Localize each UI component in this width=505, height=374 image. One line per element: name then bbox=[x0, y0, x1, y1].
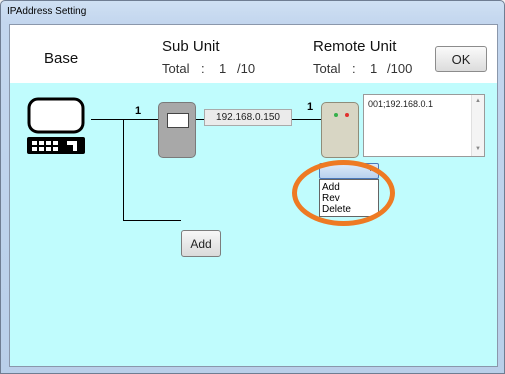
ok-button[interactable]: OK bbox=[435, 46, 487, 72]
scroll-down-icon[interactable]: ▼ bbox=[475, 146, 481, 152]
base-sub-line bbox=[91, 119, 158, 120]
red-led-icon bbox=[345, 113, 349, 117]
green-led-icon bbox=[334, 113, 338, 117]
remote-list-scrollbar[interactable]: ▲ ▼ bbox=[471, 95, 484, 156]
sub-unit-separator: : bbox=[201, 61, 205, 76]
remote-unit-separator: : bbox=[352, 61, 356, 76]
dialog-content: Base Sub Unit Total : 1 /10 Remote Unit … bbox=[9, 24, 498, 367]
base-label: Base bbox=[44, 50, 79, 67]
base-device-icon[interactable] bbox=[23, 97, 91, 157]
remote-unit-label: Remote Unit bbox=[313, 38, 397, 55]
highlight-circle bbox=[292, 160, 395, 226]
sub-unit-device-icon[interactable] bbox=[158, 102, 196, 158]
remote-unit-device-icon[interactable] bbox=[321, 102, 359, 158]
ipaddress-setting-window: IPAddress Setting Base Sub Unit Total : … bbox=[0, 0, 505, 374]
base-sub-number: 1 bbox=[135, 105, 142, 117]
sub-unit-label: Sub Unit bbox=[162, 38, 220, 55]
sub-remote-number: 1 bbox=[307, 101, 314, 113]
sub-unit-ip-label: 192.168.0.150 bbox=[204, 109, 292, 126]
sub-unit-count: 1 bbox=[219, 61, 227, 76]
remote-address-entry: 001;192.168.0.1 bbox=[368, 99, 434, 109]
remote-unit-count: 1 bbox=[370, 61, 378, 76]
remote-address-list[interactable]: 001;192.168.0.1 ▲ ▼ bbox=[363, 94, 485, 157]
base-branch-line bbox=[123, 119, 124, 220]
add-sub-unit-button[interactable]: Add bbox=[181, 230, 221, 257]
sub-unit-max: /10 bbox=[237, 61, 256, 76]
title-bar[interactable]: IPAddress Setting bbox=[1, 1, 504, 23]
remote-unit-max: /100 bbox=[387, 61, 413, 76]
remote-unit-total-text: Total bbox=[313, 61, 341, 76]
add-branch-line bbox=[123, 220, 181, 221]
scroll-up-icon[interactable]: ▲ bbox=[475, 98, 481, 104]
sub-unit-screen bbox=[167, 113, 189, 128]
network-canvas: 1 1 192.168.0.150 001;192.168.0.1 ▲ ▼ ▼ … bbox=[10, 83, 497, 366]
sub-unit-total-text: Total bbox=[162, 61, 190, 76]
window-title: IPAddress Setting bbox=[7, 6, 87, 17]
header-panel: Base Sub Unit Total : 1 /10 Remote Unit … bbox=[10, 25, 497, 83]
